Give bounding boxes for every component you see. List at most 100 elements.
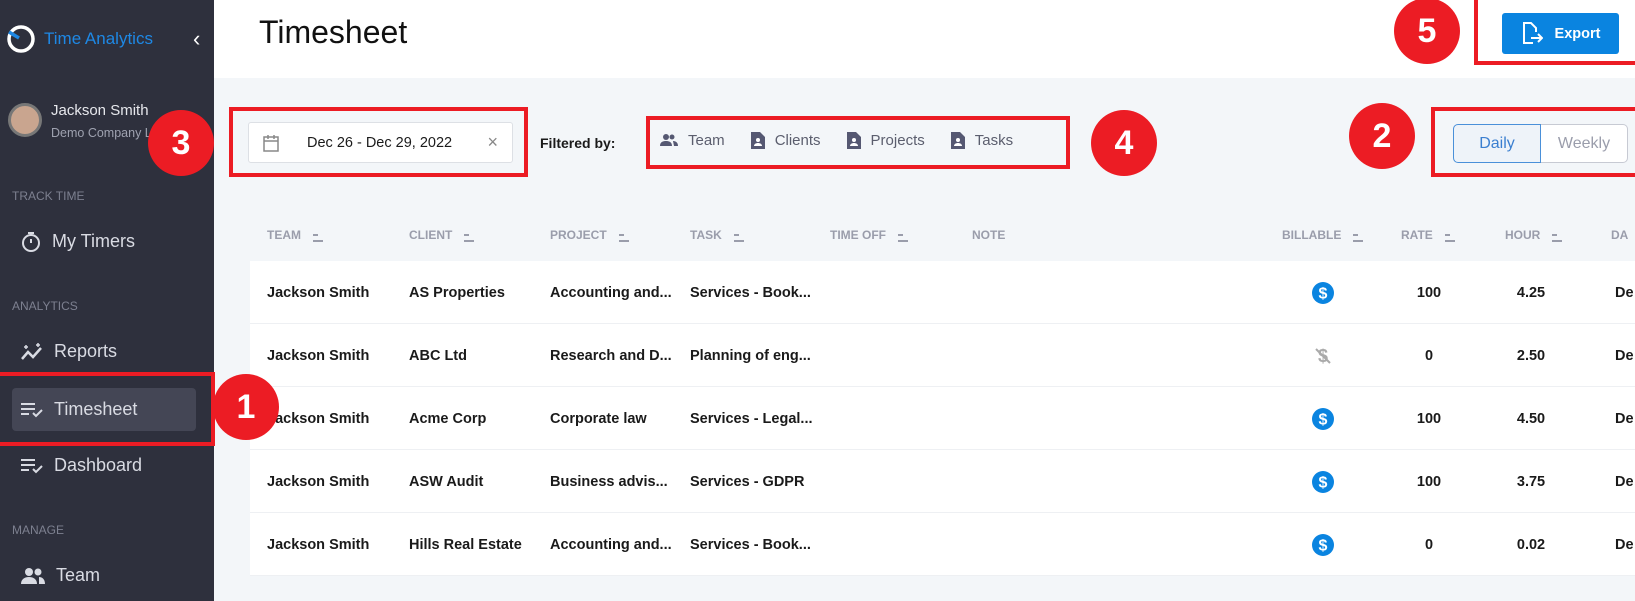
clear-date-icon[interactable]: ×: [487, 132, 498, 153]
annotation-badge-2: 2: [1349, 103, 1415, 169]
cell-task: Planning of eng...: [690, 347, 811, 364]
filter-group: Team Clients Projects Tasks: [660, 131, 1013, 149]
sidebar-item-team[interactable]: Team: [12, 554, 196, 597]
cell-rate: 100: [1416, 284, 1442, 301]
sidebar-item-label: My Timers: [52, 231, 135, 251]
list-check-icon: [21, 458, 43, 473]
cell-project: Corporate law: [550, 410, 647, 427]
cell-client: ASW Audit: [409, 473, 484, 490]
team-icon: [660, 134, 678, 146]
cell-hour: 3.75: [1516, 473, 1546, 490]
cell-team: Jackson Smith: [267, 536, 370, 553]
logo-icon: [7, 25, 35, 53]
filter-label: Tasks: [974, 131, 1014, 149]
column-header[interactable]: PROJECT: [550, 228, 629, 242]
chart-sparkle-icon: [21, 342, 42, 360]
column-header[interactable]: BILLABLE: [1282, 228, 1364, 242]
sort-icon[interactable]: [898, 229, 908, 242]
contact-file-icon: [950, 132, 965, 149]
sidebar-item-reports[interactable]: Reports: [12, 330, 196, 373]
filter-projects[interactable]: Projects: [846, 131, 925, 149]
sidebar-item-label: Team: [56, 565, 101, 585]
stopwatch-icon: [22, 231, 40, 252]
filter-team[interactable]: Team: [660, 131, 725, 149]
column-header[interactable]: TEAM: [267, 228, 323, 242]
non-billable-dollar-icon[interactable]: $: [1312, 324, 1334, 387]
section-manage: MANAGE: [12, 523, 65, 537]
filtered-by-label: Filtered by:: [540, 135, 616, 151]
column-label: PROJECT: [550, 228, 607, 242]
app-logo[interactable]: Time Analytics: [6, 24, 153, 54]
svg-text:$: $: [1319, 411, 1328, 428]
column-label: NOTE: [972, 228, 1006, 242]
table-row[interactable]: Jackson Smith Acme Corp Corporate law Servi…: [250, 387, 1635, 450]
table-row[interactable]: Jackson Smith ABC Ltd Research and D... Pla…: [250, 324, 1635, 387]
cell-hour: 4.50: [1516, 410, 1546, 427]
cell-date: De: [1615, 536, 1634, 553]
sidebar-item-dashboard[interactable]: Dashboard: [12, 444, 196, 487]
cell-client: Hills Real Estate: [409, 536, 522, 553]
column-header[interactable]: DA: [1611, 228, 1628, 242]
file-export-icon: [1522, 21, 1543, 44]
view-toggle: Daily Weekly: [1453, 124, 1628, 163]
filter-label: Team: [688, 131, 725, 149]
cell-client: AS Properties: [409, 284, 505, 301]
section-analytics: ANALYTICS: [12, 299, 78, 313]
user-name: Jackson Smith: [51, 102, 149, 119]
sort-icon[interactable]: [1552, 229, 1563, 242]
sidebar-item-my-timers[interactable]: My Timers: [12, 220, 196, 263]
billable-dollar-icon[interactable]: $: [1312, 513, 1334, 576]
annotation-badge-5: 5: [1394, 0, 1460, 64]
sort-icon[interactable]: [1353, 229, 1364, 242]
cell-team: Jackson Smith: [267, 473, 370, 490]
cell-hour: 2.50: [1516, 347, 1546, 364]
svg-text:$: $: [1319, 537, 1328, 554]
sort-icon[interactable]: [313, 229, 323, 242]
table-row[interactable]: Jackson Smith Hills Real Estate Accounting…: [250, 513, 1635, 576]
export-label: Export: [1554, 25, 1601, 42]
filter-tasks[interactable]: Tasks: [950, 131, 1014, 149]
cell-project: Research and D...: [550, 347, 672, 364]
sort-icon[interactable]: [1444, 229, 1455, 242]
cell-task: Services - Book...: [690, 536, 811, 553]
billable-dollar-icon[interactable]: $: [1312, 450, 1334, 513]
column-header[interactable]: NOTE: [972, 228, 1005, 242]
sidebar-item-label: Reports: [54, 341, 118, 361]
avatar[interactable]: [8, 103, 42, 137]
cell-task: Services - Book...: [690, 284, 811, 301]
section-track-time: TRACK TIME: [12, 189, 85, 203]
date-range-value: Dec 26 - Dec 29, 2022: [307, 134, 453, 151]
page-title: Timesheet: [259, 14, 408, 50]
cell-hour: 4.25: [1516, 284, 1546, 301]
sidebar-item-label: Dashboard: [54, 455, 143, 475]
app-name: Time Analytics: [44, 29, 153, 48]
annotation-badge-4: 4: [1091, 110, 1157, 176]
filter-label: Projects: [870, 131, 925, 149]
toggle-daily[interactable]: Daily: [1453, 124, 1541, 163]
billable-dollar-icon[interactable]: $: [1312, 261, 1334, 324]
column-label: TEAM: [267, 228, 301, 242]
cell-team: Jackson Smith: [267, 284, 370, 301]
cell-client: Acme Corp: [409, 410, 487, 427]
cell-rate: 0: [1424, 536, 1434, 553]
column-header[interactable]: TASK: [690, 228, 744, 242]
cell-client: ABC Ltd: [409, 347, 467, 364]
table-row[interactable]: Jackson Smith ASW Audit Business advis... S…: [250, 450, 1635, 513]
sort-icon[interactable]: [618, 229, 629, 242]
collapse-chevron-icon[interactable]: ‹: [193, 26, 200, 52]
cell-team: Jackson Smith: [267, 410, 370, 427]
column-header[interactable]: HOUR: [1505, 228, 1563, 242]
column-header[interactable]: CLIENT: [409, 228, 475, 242]
sort-icon[interactable]: [733, 229, 744, 242]
column-header[interactable]: TIME OFF: [830, 228, 908, 242]
toggle-weekly[interactable]: Weekly: [1541, 124, 1628, 163]
export-button[interactable]: Export: [1502, 13, 1619, 54]
cell-date: De: [1615, 410, 1634, 427]
filter-label: Clients: [774, 131, 821, 149]
table-row[interactable]: Jackson Smith AS Properties Accounting and…: [250, 261, 1635, 324]
filter-clients[interactable]: Clients: [750, 131, 821, 149]
sort-icon[interactable]: [464, 229, 475, 242]
billable-dollar-icon[interactable]: $: [1312, 387, 1334, 450]
column-header[interactable]: RATE: [1401, 228, 1455, 242]
date-range-picker[interactable]: Dec 26 - Dec 29, 2022 ×: [248, 122, 513, 163]
